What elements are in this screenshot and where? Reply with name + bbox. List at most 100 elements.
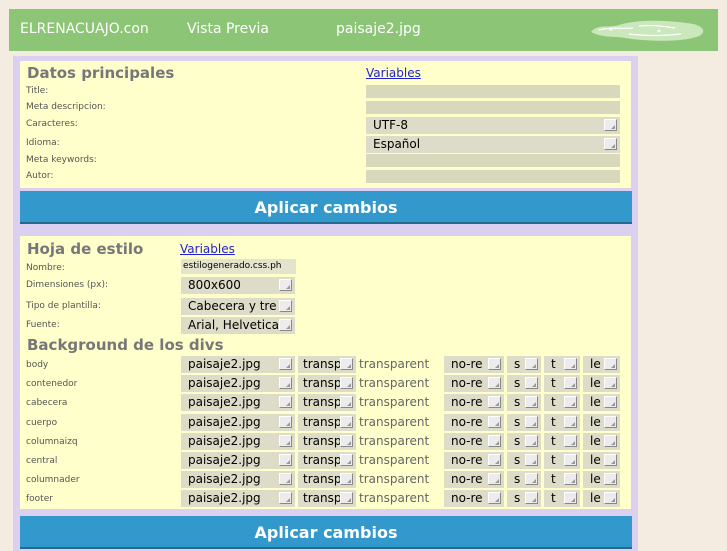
bg-repeat-select[interactable]: no-re — [444, 471, 504, 488]
bg-color-text[interactable]: transparent — [359, 472, 429, 486]
chevron-down-icon — [340, 396, 353, 408]
name-label: Nombre: — [26, 263, 65, 273]
language-select[interactable]: Español — [366, 136, 620, 153]
dimensions-select[interactable]: 800x600 — [181, 277, 295, 294]
preview-link[interactable]: Vista Previa — [187, 21, 269, 37]
bg-scroll-select[interactable]: s — [507, 414, 541, 431]
bg-repeat-select[interactable]: no-re — [444, 490, 504, 507]
bg-color-select[interactable]: transp — [298, 356, 356, 373]
bg-vpos-select[interactable]: t — [544, 452, 580, 469]
bg-hpos-select[interactable]: le — [583, 471, 620, 488]
bg-image-select[interactable]: paisaje2.jpg — [181, 490, 295, 507]
bg-color-select[interactable]: transp — [298, 414, 356, 431]
bg-scroll-select[interactable]: s — [507, 471, 541, 488]
bg-color-text[interactable]: transparent — [359, 434, 429, 448]
bg-scroll-value: s — [514, 376, 521, 390]
bg-repeat-select[interactable]: no-re — [444, 356, 504, 373]
bg-scroll-select[interactable]: s — [507, 490, 541, 507]
charset-select[interactable]: UTF-8 — [366, 117, 620, 134]
bg-color-text[interactable]: transparent — [359, 453, 429, 467]
title-input[interactable] — [366, 85, 620, 98]
bg-image-select[interactable]: paisaje2.jpg — [181, 394, 295, 411]
bg-hpos-select[interactable]: le — [583, 394, 620, 411]
bg-scroll-select[interactable]: s — [507, 356, 541, 373]
bg-repeat-select[interactable]: no-re — [444, 452, 504, 469]
bg-vpos-select[interactable]: t — [544, 356, 580, 373]
bg-vpos-select[interactable]: t — [544, 394, 580, 411]
bg-hpos-select[interactable]: le — [583, 490, 620, 507]
bg-image-select[interactable]: paisaje2.jpg — [181, 471, 295, 488]
bg-vpos-select[interactable]: t — [544, 490, 580, 507]
chevron-down-icon — [525, 377, 538, 389]
bg-image-value: paisaje2.jpg — [188, 453, 261, 467]
bg-row-label: cabecera — [26, 398, 68, 408]
language-value: Español — [373, 137, 421, 151]
template-select[interactable]: Cabecera y tre — [181, 298, 295, 315]
bg-repeat-value: no-re — [451, 415, 483, 429]
apply-changes-button-2[interactable]: Aplicar cambios — [20, 516, 632, 549]
bg-image-select[interactable]: paisaje2.jpg — [181, 414, 295, 431]
bg-color-select[interactable]: transp — [298, 471, 356, 488]
bg-vpos-select[interactable]: t — [544, 471, 580, 488]
bg-repeat-select[interactable]: no-re — [444, 433, 504, 450]
chevron-down-icon — [340, 377, 353, 389]
main-data-variables-link[interactable]: Variables — [366, 66, 421, 80]
bg-hpos-select[interactable]: le — [583, 452, 620, 469]
bg-scroll-select[interactable]: s — [507, 394, 541, 411]
title-label: Title: — [26, 86, 49, 96]
bg-repeat-select[interactable]: no-re — [444, 375, 504, 392]
bg-hpos-select[interactable]: le — [583, 375, 620, 392]
bg-repeat-select[interactable]: no-re — [444, 394, 504, 411]
bg-color-select[interactable]: transp — [298, 452, 356, 469]
bg-repeat-select[interactable]: no-re — [444, 414, 504, 431]
bg-image-select[interactable]: paisaje2.jpg — [181, 452, 295, 469]
chevron-down-icon — [525, 396, 538, 408]
keywords-input[interactable] — [366, 154, 620, 167]
bg-scroll-value: s — [514, 415, 521, 429]
bg-color-text[interactable]: transparent — [359, 395, 429, 409]
name-input[interactable]: estilogenerado.css.ph — [181, 259, 296, 274]
site-name[interactable]: ELRENACUAJO.con — [20, 21, 149, 37]
bg-hpos-select[interactable]: le — [583, 433, 620, 450]
stylesheet-variables-link[interactable]: Variables — [180, 242, 235, 256]
bg-color-text[interactable]: transparent — [359, 376, 429, 390]
background-section-title: Background de los divs — [27, 336, 224, 354]
bg-color-text[interactable]: transparent — [359, 357, 429, 371]
bg-hpos-select[interactable]: le — [583, 356, 620, 373]
bg-vpos-select[interactable]: t — [544, 375, 580, 392]
bg-hpos-value: le — [590, 434, 601, 448]
bg-image-value: paisaje2.jpg — [188, 357, 261, 371]
bg-hpos-select[interactable]: le — [583, 414, 620, 431]
bg-scroll-select[interactable]: s — [507, 375, 541, 392]
bg-color-select[interactable]: transp — [298, 490, 356, 507]
bg-repeat-value: no-re — [451, 357, 483, 371]
bg-hpos-value: le — [590, 357, 601, 371]
bg-vpos-select[interactable]: t — [544, 433, 580, 450]
dimensions-label: Dimensiones (px): — [26, 280, 109, 290]
chevron-down-icon — [564, 358, 577, 370]
bg-vpos-value: t — [551, 472, 556, 486]
apply-changes-button[interactable]: Aplicar cambios — [20, 191, 632, 224]
bg-color-select[interactable]: transp — [298, 394, 356, 411]
bg-image-select[interactable]: paisaje2.jpg — [181, 375, 295, 392]
meta-description-input[interactable] — [366, 101, 620, 114]
author-input[interactable] — [366, 170, 620, 183]
bg-vpos-value: t — [551, 395, 556, 409]
bg-scroll-select[interactable]: s — [507, 433, 541, 450]
bg-color-text[interactable]: transparent — [359, 415, 429, 429]
bg-repeat-value: no-re — [451, 395, 483, 409]
bg-image-select[interactable]: paisaje2.jpg — [181, 356, 295, 373]
bg-row-label: columnaizq — [26, 437, 78, 447]
chevron-down-icon — [488, 454, 501, 466]
font-select[interactable]: Arial, Helvetica — [181, 317, 295, 334]
bg-color-select[interactable]: transp — [298, 433, 356, 450]
chevron-down-icon — [604, 138, 617, 150]
bg-color-text[interactable]: transparent — [359, 491, 429, 505]
bg-scroll-select[interactable]: s — [507, 452, 541, 469]
bg-color-select[interactable]: transp — [298, 375, 356, 392]
bg-row-label: central — [26, 456, 58, 466]
chevron-down-icon — [488, 396, 501, 408]
author-label: Autor: — [26, 171, 54, 181]
bg-image-select[interactable]: paisaje2.jpg — [181, 433, 295, 450]
bg-vpos-select[interactable]: t — [544, 414, 580, 431]
